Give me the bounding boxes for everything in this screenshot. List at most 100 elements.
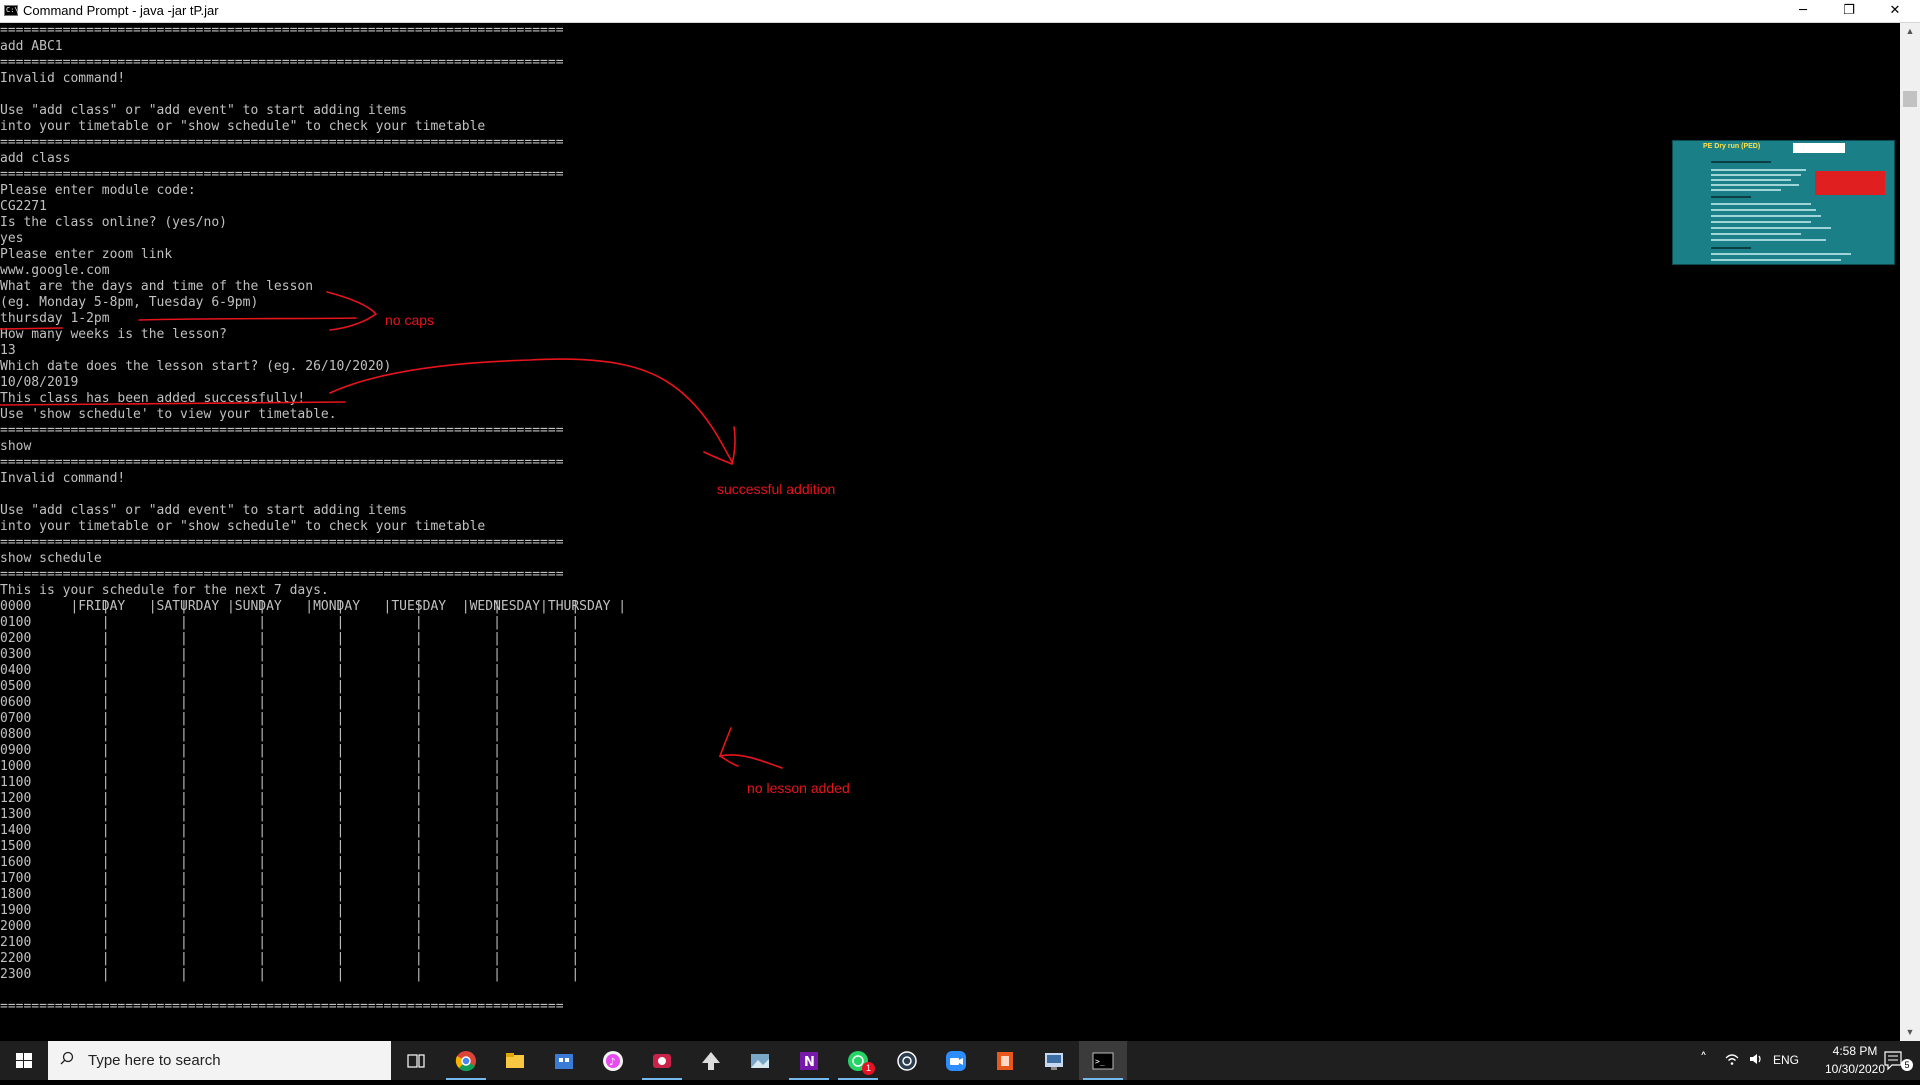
thumbnail-line bbox=[1711, 259, 1841, 261]
thumbnail-line bbox=[1711, 209, 1816, 211]
schedule-cells: | | | | | | | bbox=[31, 903, 580, 918]
annotation-successful-addition: successful addition bbox=[717, 481, 836, 497]
schedule-time: 0400 bbox=[0, 663, 32, 678]
cortana-button[interactable] bbox=[883, 1041, 931, 1080]
separator-line: ========================================… bbox=[0, 999, 564, 1014]
control-panel-icon bbox=[1045, 1053, 1063, 1070]
svg-text:N: N bbox=[804, 1055, 815, 1070]
show-hidden-icons-chevron-icon[interactable]: ˄ bbox=[1700, 1051, 1707, 1067]
thumbnail-line bbox=[1711, 179, 1791, 181]
language-indicator[interactable]: ENG bbox=[1773, 1053, 1799, 1067]
chrome-button[interactable] bbox=[442, 1041, 490, 1080]
task-view-button[interactable] bbox=[392, 1041, 440, 1080]
scroll-down-arrow-icon[interactable]: ▼ bbox=[1900, 1024, 1920, 1041]
thumbnail-line bbox=[1711, 189, 1781, 191]
schedule-time: 0900 bbox=[0, 743, 32, 758]
console-line: show schedule bbox=[0, 551, 102, 566]
console-line: thursday 1-2pm bbox=[0, 311, 110, 326]
annotation-no-caps: no caps bbox=[385, 312, 435, 328]
zoom-button[interactable] bbox=[932, 1041, 980, 1080]
schedule-cells: | | | | | | | bbox=[31, 695, 580, 710]
schedule-cells: | | | | | | | bbox=[31, 711, 580, 726]
console-line: ========================================… bbox=[0, 423, 564, 438]
screen-recorder-button[interactable] bbox=[638, 1041, 686, 1080]
schedule-row: 2300 | | | | | | | bbox=[0, 967, 579, 983]
schedule-time: 1300 bbox=[0, 807, 32, 822]
schedule-cells: | | | | | | | bbox=[31, 887, 580, 902]
schedule-time: 0200 bbox=[0, 631, 32, 646]
restore-button[interactable]: ❐ bbox=[1826, 0, 1872, 22]
file-explorer-button[interactable] bbox=[491, 1041, 539, 1080]
schedule-cells: | | | | | | | bbox=[31, 727, 580, 742]
schedule-cells: | | | | | | | bbox=[31, 839, 580, 854]
close-button[interactable]: ✕ bbox=[1872, 0, 1918, 22]
taskbar[interactable]: Type here to search ♪ N 1 >_ ˄ ENG 4:58 … bbox=[0, 1041, 1920, 1080]
minimize-button[interactable]: ─ bbox=[1780, 0, 1826, 22]
zoom-icon bbox=[946, 1051, 966, 1071]
thumbnail-line bbox=[1711, 247, 1751, 249]
thumbnail-line bbox=[1711, 196, 1751, 198]
thumbnail-line bbox=[1711, 253, 1851, 255]
itunes-button[interactable]: ♪ bbox=[589, 1041, 637, 1080]
schedule-row: 1100 | | | | | | | bbox=[0, 775, 579, 791]
start-button[interactable] bbox=[0, 1041, 48, 1080]
store-button[interactable] bbox=[540, 1041, 588, 1080]
schedule-row: 0000 | | | | | | | bbox=[0, 599, 579, 615]
title-bar[interactable]: C:\ Command Prompt - java -jar tP.jar ─ … bbox=[0, 0, 1920, 23]
control-panel-button[interactable] bbox=[1030, 1041, 1078, 1080]
console-line: yes bbox=[0, 231, 24, 246]
schedule-time: 0000 bbox=[0, 599, 32, 614]
thumbnail-line bbox=[1711, 169, 1806, 171]
console-line: ========================================… bbox=[0, 135, 564, 150]
schedule-row: 0400 | | | | | | | bbox=[0, 663, 579, 679]
scroll-thumb[interactable] bbox=[1903, 91, 1917, 107]
schedule-cells: | | | | | | | bbox=[31, 775, 580, 790]
console-line: This is your schedule for the next 7 day… bbox=[0, 583, 329, 598]
action-center-button[interactable]: 5 bbox=[1870, 1041, 1920, 1080]
inkscape-button[interactable] bbox=[687, 1041, 735, 1080]
console-line: www.google.com bbox=[0, 263, 110, 278]
schedule-cells: | | | | | | | bbox=[31, 791, 580, 806]
network-icon[interactable] bbox=[1724, 1051, 1740, 1071]
schedule-cells: | | | | | | | bbox=[31, 967, 580, 982]
cortana-icon bbox=[897, 1051, 917, 1071]
schedule-time: 2300 bbox=[0, 967, 32, 982]
console-line: 13 bbox=[0, 343, 16, 358]
volume-icon[interactable] bbox=[1748, 1051, 1764, 1071]
taskbar-search-box[interactable]: Type here to search bbox=[48, 1041, 391, 1080]
command-prompt-taskbar-button[interactable]: >_ bbox=[1079, 1041, 1127, 1080]
schedule-cells: | | | | | | | bbox=[31, 679, 580, 694]
annotation-no-lesson-added: no lesson added bbox=[747, 780, 850, 796]
schedule-cells: | | | | | | | bbox=[31, 647, 580, 662]
console-line: ========================================… bbox=[0, 535, 564, 550]
schedule-row: 1000 | | | | | | | bbox=[0, 759, 579, 775]
schedule-row: 0100 | | | | | | | bbox=[0, 615, 579, 631]
schedule-cells: | | | | | | | bbox=[31, 759, 580, 774]
schedule-row: 1600 | | | | | | | bbox=[0, 855, 579, 871]
schedule-time: 1100 bbox=[0, 775, 32, 790]
schedule-row: 0600 | | | | | | | bbox=[0, 695, 579, 711]
vertical-scrollbar[interactable]: ▲ ▼ bbox=[1900, 23, 1920, 1041]
office-button[interactable] bbox=[981, 1041, 1029, 1080]
slide-thumbnail[interactable]: PE Dry run (PED) bbox=[1672, 140, 1895, 265]
console-line: Please enter zoom link bbox=[0, 247, 173, 262]
onenote-button[interactable]: N bbox=[785, 1041, 833, 1080]
chrome-icon bbox=[455, 1051, 476, 1072]
schedule-cells: | | | | | | | bbox=[31, 599, 580, 614]
thumbnail-line bbox=[1711, 161, 1771, 163]
console-output[interactable]: ========================================… bbox=[0, 23, 1900, 1041]
console-text: ========================================… bbox=[0, 23, 626, 615]
search-icon bbox=[60, 1051, 74, 1065]
whatsapp-badge: 1 bbox=[862, 1062, 875, 1075]
command-prompt-icon: C:\ bbox=[4, 5, 19, 16]
wifi-icon bbox=[1725, 1054, 1739, 1065]
command-prompt-icon: >_ bbox=[1092, 1052, 1114, 1070]
scroll-up-arrow-icon[interactable]: ▲ bbox=[1900, 23, 1920, 40]
thumbnail-line bbox=[1711, 227, 1831, 229]
photos-button[interactable] bbox=[736, 1041, 784, 1080]
schedule-cells: | | | | | | | bbox=[31, 743, 580, 758]
thumbnail-warning-box bbox=[1815, 171, 1885, 195]
schedule-time: 1200 bbox=[0, 791, 32, 806]
schedule-time: 1700 bbox=[0, 871, 32, 886]
whatsapp-button[interactable]: 1 bbox=[834, 1041, 882, 1080]
